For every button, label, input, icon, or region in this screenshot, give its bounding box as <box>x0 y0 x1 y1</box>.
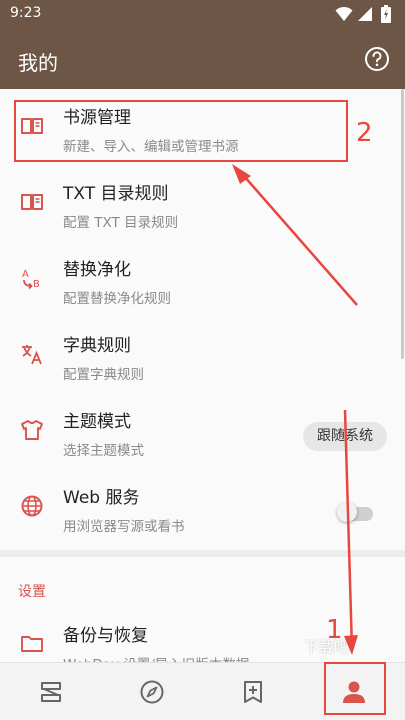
annotation-box-2 <box>14 100 348 162</box>
wifi-icon <box>335 6 353 21</box>
menu-item-subtitle: 用浏览器写源或看书 <box>63 519 185 535</box>
menu-item-title: 主题模式 <box>63 412 131 432</box>
settings-list: 书源管理 新建、导入、编辑或管理书源 TXT 目录规则 配置 TXT 目录规则 … <box>0 89 405 662</box>
menu-item-title: 替换净化 <box>63 260 131 280</box>
battery-icon <box>381 5 391 23</box>
menu-item-title: TXT 目录规则 <box>63 184 169 204</box>
theme-mode-chip[interactable]: 跟随系统 <box>303 422 387 451</box>
shirt-icon <box>21 420 43 440</box>
status-icons <box>335 5 395 23</box>
menu-item-subtitle: 配置 TXT 目录规则 <box>63 215 179 231</box>
signal-icon <box>358 7 372 21</box>
menu-item-title: 字典规则 <box>63 336 131 356</box>
menu-item-title: Web 服务 <box>63 488 140 508</box>
menu-item-subtitle: 配置字典规则 <box>63 367 144 383</box>
menu-item-txt-toc-rules[interactable]: TXT 目录规则 配置 TXT 目录规则 <box>0 165 405 241</box>
svg-text:B: B <box>33 279 40 290</box>
annotation-number-2: 2 <box>356 118 373 148</box>
globe-icon <box>21 495 43 517</box>
status-time: 9:23 <box>10 5 42 21</box>
nav-bookshelf[interactable] <box>0 663 101 720</box>
menu-item-dictionary-rules[interactable]: 字典规则 配置字典规则 <box>0 317 405 393</box>
web-service-toggle[interactable] <box>337 502 375 522</box>
menu-item-subtitle: 选择主题模式 <box>63 443 144 459</box>
folder-icon <box>21 636 43 652</box>
menu-item-replace-rules[interactable]: A B 替换净化 配置替换净化规则 <box>0 241 405 317</box>
section-divider <box>0 550 405 557</box>
menu-item-theme-mode[interactable]: 主题模式 选择主题模式 跟随系统 <box>0 393 405 469</box>
translate-icon <box>22 345 42 365</box>
status-bar: 9:23 <box>0 0 405 29</box>
nav-rss[interactable] <box>202 663 303 720</box>
menu-item-title: 备份与恢复 <box>63 626 148 646</box>
menu-item-subtitle: WebDav 设置/导入旧版本数据 <box>63 653 249 662</box>
book-open-icon <box>21 194 43 210</box>
annotation-box-1 <box>324 662 386 715</box>
svg-text:A: A <box>22 269 29 280</box>
replace-ab-icon: A B <box>22 269 40 290</box>
section-label-settings: 设置 <box>18 584 46 600</box>
nav-discover[interactable] <box>101 663 202 720</box>
rss-add-icon <box>244 681 262 703</box>
compass-icon <box>140 680 164 704</box>
menu-item-web-service[interactable]: Web 服务 用浏览器写源或看书 <box>0 469 405 545</box>
toggle-thumb <box>337 502 357 522</box>
app-bar: 我的 <box>0 29 405 89</box>
menu-item-subtitle: 配置替换净化规则 <box>63 291 171 307</box>
bookshelf-icon <box>41 682 61 702</box>
help-circle-icon[interactable] <box>364 46 390 72</box>
watermark: 下载吧 <box>304 638 350 656</box>
page-title: 我的 <box>18 51 58 75</box>
